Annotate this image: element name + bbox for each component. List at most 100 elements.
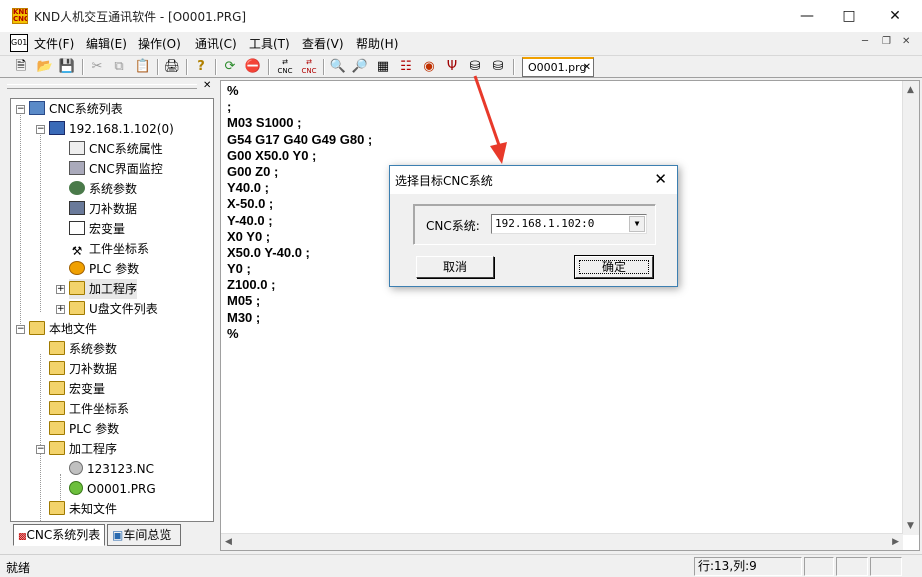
tree-node-label: 加工程序 xyxy=(89,282,138,296)
menu-operate[interactable]: 操作(O) xyxy=(138,35,181,52)
tree-node-local-macro[interactable]: 宏变量 xyxy=(49,379,105,399)
folder-icon xyxy=(49,361,65,375)
cursor-position: 行:13,列:9 xyxy=(694,557,802,576)
scroll-down-icon[interactable]: ▼ xyxy=(907,521,914,531)
multi-cnc-icon[interactable]: ⛁ xyxy=(489,58,507,76)
tree-node-cnc-monitor[interactable]: CNC界面监控 xyxy=(69,159,163,179)
menu-file[interactable]: 文件(F) xyxy=(34,35,74,52)
open-folder-icon[interactable]: 📂 xyxy=(36,58,54,76)
code-line: G00 Z0 ; xyxy=(227,163,279,179)
tree-node-local-system-params[interactable]: 系统参数 xyxy=(49,339,117,359)
close-button[interactable]: ✕ xyxy=(872,0,918,32)
tree-node-local-programs[interactable]: 加工程序 xyxy=(49,439,117,459)
scroll-up-icon[interactable]: ▲ xyxy=(907,85,914,95)
cnc-select[interactable]: 192.168.1.102:0 ▼ xyxy=(491,214,647,234)
save-icon[interactable]: 💾 xyxy=(58,58,76,76)
tree-node-label: CNC系统列表 xyxy=(49,102,123,116)
maximize-button[interactable]: □ xyxy=(826,0,872,32)
cut-icon[interactable]: ✂ xyxy=(88,58,106,76)
menu-view[interactable]: 查看(V) xyxy=(302,35,344,52)
tree-node-local-tool-offset[interactable]: 刀补数据 xyxy=(49,359,117,379)
toolbar-separator xyxy=(323,59,325,75)
combo-label: CNC系统: xyxy=(426,219,480,233)
close-tab-icon[interactable]: ✕ xyxy=(583,59,591,76)
select-cnc-icon[interactable]: ⛁ xyxy=(466,58,484,76)
tree-node-tool-offset[interactable]: 刀补数据 xyxy=(69,199,137,219)
document-icon[interactable]: G01 xyxy=(10,34,28,52)
tree-node-local-files[interactable]: 本地文件 xyxy=(29,319,97,339)
tree-node-cnc-properties[interactable]: CNC系统属性 xyxy=(69,139,163,159)
usb-icon[interactable]: ◉ xyxy=(420,58,438,76)
menu-tools[interactable]: 工具(T) xyxy=(249,35,290,52)
paste-icon[interactable]: 📋 xyxy=(134,58,152,76)
monitor-icon xyxy=(69,161,85,175)
tree-node-label: O0001.PRG xyxy=(87,482,156,496)
computer-icon xyxy=(49,121,65,135)
find-replace-icon[interactable]: 🔎 xyxy=(351,58,369,76)
menu-communication[interactable]: 通讯(C) xyxy=(195,35,237,52)
panel-close-icon[interactable]: ✕ xyxy=(203,80,211,91)
stop-icon[interactable]: ⛔ xyxy=(244,58,262,76)
tab-cnc-list[interactable]: ▩CNC系统列表 xyxy=(13,524,105,546)
expand-expander[interactable]: + xyxy=(56,285,65,294)
panel-grip[interactable] xyxy=(7,84,197,89)
tree-node-file-123123[interactable]: 123123.NC xyxy=(69,459,154,479)
tree-node-label: 刀补数据 xyxy=(89,202,138,216)
tree-node-plc[interactable]: PLC 参数 xyxy=(69,259,139,279)
collapse-expander[interactable]: − xyxy=(16,325,25,334)
tree-node-programs[interactable]: 加工程序 xyxy=(69,279,138,299)
tree-node-cnc-ip[interactable]: 192.168.1.102(0) xyxy=(49,119,174,139)
tree-node-local-workpiece-coord[interactable]: 工件坐标系 xyxy=(49,399,129,419)
code-line: Y-40.0 ; xyxy=(227,212,273,228)
tree-node-cnc-list[interactable]: CNC系统列表 xyxy=(29,99,123,119)
find-icon[interactable]: 🔍 xyxy=(329,58,347,76)
refresh-icon[interactable]: ⟳ xyxy=(221,58,239,76)
tree-node-system-params[interactable]: 系统参数 xyxy=(69,179,137,199)
tree-node-workpiece-coord[interactable]: ⚒ 工件坐标系 xyxy=(69,239,149,259)
collapse-expander[interactable]: − xyxy=(16,105,25,114)
minimize-button[interactable]: — xyxy=(784,0,830,32)
send-cnc-icon[interactable]: ⇄ CNC xyxy=(276,58,294,76)
mdi-restore-icon[interactable]: ❐ xyxy=(882,36,891,47)
connect-icon[interactable]: Ψ xyxy=(443,58,461,76)
status-bar: 就绪 行:13,列:9 xyxy=(0,554,922,577)
menu-help[interactable]: 帮助(H) xyxy=(356,35,398,52)
tools-icon: ⚒ xyxy=(71,244,83,258)
copy-icon[interactable]: ⧉ xyxy=(110,58,128,76)
code-line: G54 G17 G40 G49 G80 ; xyxy=(227,131,373,147)
chevron-down-icon[interactable]: ▼ xyxy=(629,216,645,232)
mdi-close-icon[interactable]: ✕ xyxy=(902,36,910,47)
green-circle-icon xyxy=(69,481,83,495)
folder-open-icon xyxy=(49,441,65,455)
tree-node-file-o0001[interactable]: O0001.PRG xyxy=(69,479,156,499)
expand-expander[interactable]: + xyxy=(56,305,65,314)
upload-icon[interactable]: ☷ xyxy=(397,58,415,76)
tab-workshop-overview[interactable]: ▣车间总览 xyxy=(107,524,181,546)
tree-node-label: U盘文件列表 xyxy=(89,302,158,316)
scroll-right-icon[interactable]: ▶ xyxy=(892,537,899,547)
folder-icon xyxy=(49,401,65,415)
collapse-expander[interactable]: − xyxy=(36,125,45,134)
collapse-expander[interactable]: − xyxy=(36,445,45,454)
scroll-left-icon[interactable]: ◀ xyxy=(225,537,232,547)
help-icon[interactable]: ? xyxy=(192,58,210,76)
mdi-minimize-icon[interactable]: ─ xyxy=(862,36,868,47)
tree-node-usb-files[interactable]: U盘文件列表 xyxy=(69,299,158,319)
vertical-scrollbar[interactable]: ▲ ▼ xyxy=(902,81,919,535)
compile-icon[interactable]: ▦ xyxy=(374,58,392,76)
print-icon[interactable]: 🖨 xyxy=(163,58,181,76)
new-file-icon[interactable]: 🗎 xyxy=(12,58,30,76)
document-tab[interactable]: O0001.prg ✕ xyxy=(522,57,594,77)
tree-node-local-plc[interactable]: PLC 参数 xyxy=(49,419,119,439)
code-line: M30 ; xyxy=(227,309,261,325)
tree-node-macro[interactable]: 宏变量 xyxy=(69,219,125,239)
cancel-button[interactable]: 取消 xyxy=(416,256,494,278)
tree-node-unknown-files[interactable]: 未知文件 xyxy=(49,499,117,519)
horizontal-scrollbar[interactable]: ◀ ▶ xyxy=(221,533,903,550)
receive-cnc-icon[interactable]: ⇄ CNC xyxy=(300,58,318,76)
ok-button[interactable]: 确定 xyxy=(574,255,654,279)
code-editor[interactable]: %; M03 S1000 ; G54 G17 G40 G49 G80 ; G00 X5… xyxy=(220,80,920,551)
document-tab-label: O0001.prg xyxy=(528,61,587,74)
dialog-close-icon[interactable]: ✕ xyxy=(654,170,667,188)
menu-edit[interactable]: 编辑(E) xyxy=(86,35,127,52)
